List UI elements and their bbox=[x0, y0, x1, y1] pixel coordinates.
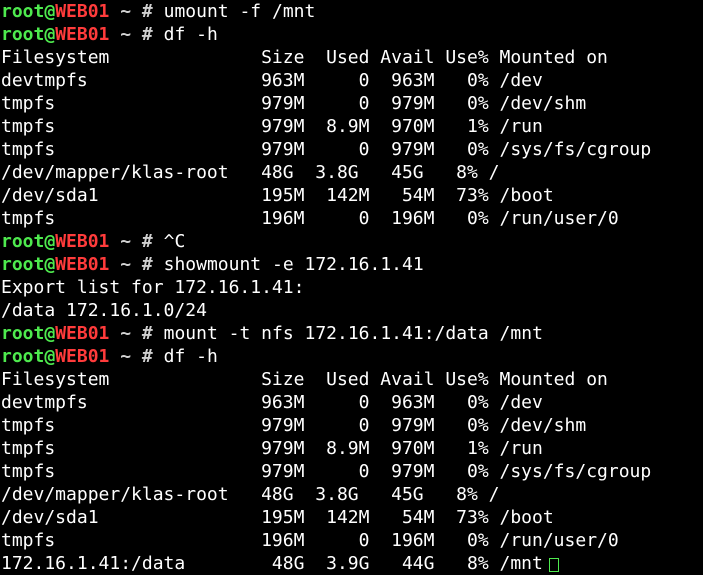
prompt-line: root@WEB01 ~ # mount -t nfs 172.16.1.41:… bbox=[1, 322, 703, 345]
prompt-at: @ bbox=[44, 323, 56, 344]
prompt-line: root@WEB01 ~ # umount -f /mnt bbox=[1, 0, 703, 23]
prompt-at: @ bbox=[44, 1, 56, 22]
prompt-user: root bbox=[1, 1, 45, 22]
prompt-line: root@WEB01 ~ # ^C bbox=[1, 230, 703, 253]
prompt-at: @ bbox=[44, 24, 56, 45]
prompt-user: root bbox=[1, 323, 45, 344]
output-text: 172.16.1.41:/data 48G 3.9G 44G 8% /mnt bbox=[1, 553, 543, 574]
prompt-at: @ bbox=[44, 254, 56, 275]
text-cursor bbox=[548, 558, 559, 572]
output-line: tmpfs 979M 8.9M 970M 1% /run bbox=[1, 437, 703, 460]
output-text: /data 172.16.1.0/24 bbox=[1, 300, 207, 321]
output-text: Export list for 172.16.1.41: bbox=[1, 277, 305, 298]
output-text: tmpfs 196M 0 196M 0% /run/user/0 bbox=[1, 530, 619, 551]
output-text: Filesystem Size Used Avail Use% Mounted … bbox=[1, 47, 608, 68]
terminal-window[interactable]: root@WEB01 ~ # umount -f /mnt root@WEB01 … bbox=[0, 0, 703, 574]
prompt-user: root bbox=[1, 231, 45, 252]
output-text: tmpfs 979M 0 979M 0% /dev/shm bbox=[1, 415, 587, 436]
output-line: tmpfs 979M 0 979M 0% /dev/shm bbox=[1, 414, 703, 437]
output-text: Filesystem Size Used Avail Use% Mounted … bbox=[1, 369, 608, 390]
output-text: tmpfs 979M 8.9M 970M 1% /run bbox=[1, 438, 543, 459]
prompt-host: WEB01 bbox=[55, 346, 110, 367]
output-line: tmpfs 196M 0 196M 0% /run/user/0 bbox=[1, 529, 703, 552]
prompt-user: root bbox=[1, 346, 45, 367]
prompt-at: @ bbox=[44, 346, 56, 367]
command-text: umount -f /mnt bbox=[163, 1, 316, 22]
output-line: Filesystem Size Used Avail Use% Mounted … bbox=[1, 46, 703, 69]
prompt-symbol: # bbox=[141, 24, 153, 45]
output-line: /data 172.16.1.0/24 bbox=[1, 299, 703, 322]
output-line: tmpfs 196M 0 196M 0% /run/user/0 bbox=[1, 207, 703, 230]
prompt-line: root@WEB01 ~ # df -h bbox=[1, 345, 703, 368]
output-line: /dev/sda1 195M 142M 54M 73% /boot bbox=[1, 184, 703, 207]
prompt-path: ~ bbox=[120, 254, 132, 275]
command-text: df -h bbox=[163, 24, 218, 45]
output-line: tmpfs 979M 8.9M 970M 1% /run bbox=[1, 115, 703, 138]
output-text: /dev/sda1 195M 142M 54M 73% /boot bbox=[1, 507, 554, 528]
output-line: /dev/mapper/klas-root 48G 3.8G 45G 8% / bbox=[1, 161, 703, 184]
prompt-symbol: # bbox=[141, 346, 153, 367]
prompt-path: ~ bbox=[120, 323, 132, 344]
prompt-at: @ bbox=[44, 231, 56, 252]
output-line: devtmpfs 963M 0 963M 0% /dev bbox=[1, 69, 703, 92]
prompt-host: WEB01 bbox=[55, 231, 110, 252]
output-text: tmpfs 979M 8.9M 970M 1% /run bbox=[1, 116, 543, 137]
prompt-path: ~ bbox=[120, 231, 132, 252]
prompt-symbol: # bbox=[141, 323, 153, 344]
output-line: 172.16.1.41:/data 48G 3.9G 44G 8% /mnt bbox=[1, 552, 703, 575]
prompt-path: ~ bbox=[120, 24, 132, 45]
prompt-symbol: # bbox=[141, 231, 153, 252]
output-line: Export list for 172.16.1.41: bbox=[1, 276, 703, 299]
output-line: tmpfs 979M 0 979M 0% /sys/fs/cgroup bbox=[1, 138, 703, 161]
prompt-path: ~ bbox=[120, 346, 132, 367]
prompt-user: root bbox=[1, 254, 45, 275]
output-line: /dev/mapper/klas-root 48G 3.8G 45G 8% / bbox=[1, 483, 703, 506]
output-text: tmpfs 979M 0 979M 0% /dev/shm bbox=[1, 93, 587, 114]
output-text: devtmpfs 963M 0 963M 0% /dev bbox=[1, 392, 543, 413]
output-text: /dev/mapper/klas-root 48G 3.8G 45G 8% / bbox=[1, 484, 500, 505]
output-text: /dev/sda1 195M 142M 54M 73% /boot bbox=[1, 185, 554, 206]
prompt-host: WEB01 bbox=[55, 1, 110, 22]
prompt-host: WEB01 bbox=[55, 24, 110, 45]
command-text: mount -t nfs 172.16.1.41:/data /mnt bbox=[163, 323, 543, 344]
command-text: showmount -e 172.16.1.41 bbox=[163, 254, 424, 275]
prompt-line: root@WEB01 ~ # showmount -e 172.16.1.41 bbox=[1, 253, 703, 276]
command-text: ^C bbox=[163, 231, 186, 252]
output-text: /dev/mapper/klas-root 48G 3.8G 45G 8% / bbox=[1, 162, 500, 183]
command-text: df -h bbox=[163, 346, 218, 367]
output-line: tmpfs 979M 0 979M 0% /sys/fs/cgroup bbox=[1, 460, 703, 483]
prompt-path: ~ bbox=[120, 1, 132, 22]
output-line: devtmpfs 963M 0 963M 0% /dev bbox=[1, 391, 703, 414]
output-text: tmpfs 979M 0 979M 0% /sys/fs/cgroup bbox=[1, 139, 652, 160]
output-text: tmpfs 979M 0 979M 0% /sys/fs/cgroup bbox=[1, 461, 652, 482]
prompt-symbol: # bbox=[141, 1, 153, 22]
prompt-host: WEB01 bbox=[55, 323, 110, 344]
prompt-line: root@WEB01 ~ # df -h bbox=[1, 23, 703, 46]
output-text: devtmpfs 963M 0 963M 0% /dev bbox=[1, 70, 543, 91]
prompt-user: root bbox=[1, 24, 45, 45]
prompt-symbol: # bbox=[141, 254, 153, 275]
output-line: /dev/sda1 195M 142M 54M 73% /boot bbox=[1, 506, 703, 529]
output-text: tmpfs 196M 0 196M 0% /run/user/0 bbox=[1, 208, 619, 229]
output-line: Filesystem Size Used Avail Use% Mounted … bbox=[1, 368, 703, 391]
output-line: tmpfs 979M 0 979M 0% /dev/shm bbox=[1, 92, 703, 115]
prompt-host: WEB01 bbox=[55, 254, 110, 275]
